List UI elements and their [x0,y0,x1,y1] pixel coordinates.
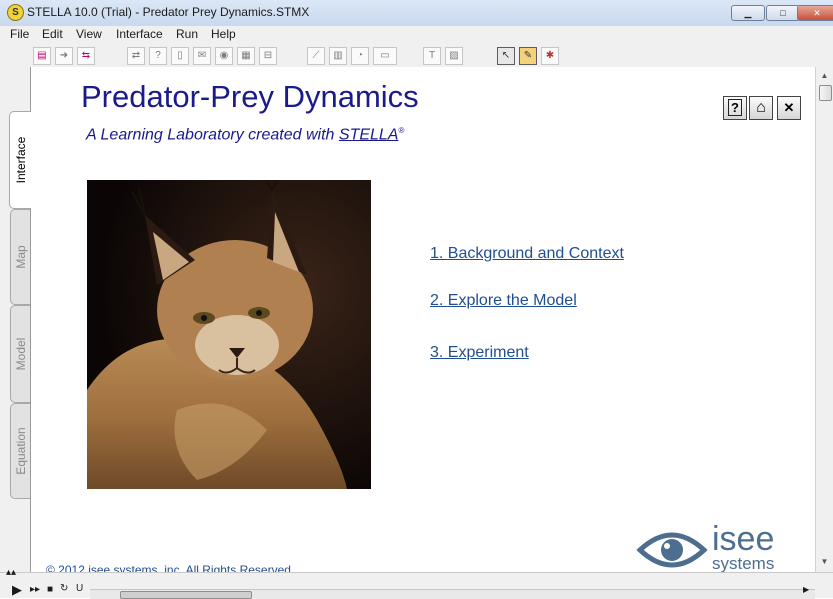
numeric-display-icon[interactable]: ▭ [373,47,397,65]
title-bar: S STELLA 10.0 (Trial) - Predator Prey Dy… [0,0,833,26]
tab-equation[interactable]: Equation [10,403,30,499]
image-tool-icon[interactable]: ▨ [445,47,463,65]
menu-view[interactable]: View [76,27,102,41]
zoom-up-icon[interactable]: ▴▴ [6,567,16,578]
fast-forward-icon[interactable]: ▸▸ [30,584,40,595]
scroll-right-icon[interactable]: ▶ [803,585,809,594]
close-button[interactable]: ✕ [797,5,833,21]
registered-mark: ® [398,126,405,135]
table-icon[interactable]: ▥ [329,47,347,65]
subtitle: A Learning Laboratory created with STELL… [86,126,404,144]
page-title: Predator-Prey Dynamics [81,79,419,114]
graph-icon[interactable]: ⟋ [307,47,325,65]
menu-interface[interactable]: Interface [116,27,163,41]
pointer-icon[interactable]: ↖ [497,47,515,65]
menu-help[interactable]: Help [211,27,236,41]
envelope-icon[interactable]: ✉ [193,47,211,65]
menu-run[interactable]: Run [176,27,198,41]
stop-icon[interactable]: ■ [47,584,53,595]
copyright-text: © 2012 isee systems, inc. All Rights Res… [46,563,295,572]
menu-file[interactable]: File [10,27,29,41]
window-title: STELLA 10.0 (Trial) - Predator Prey Dyna… [27,5,310,19]
vertical-scrollbar[interactable]: ▲ ▼ [815,67,833,572]
paintbrush-icon[interactable]: ✎ [519,47,537,65]
isee-systems-logo[interactable]: isee systems [636,520,811,572]
undo-icon[interactable]: U [76,583,83,594]
scroll-thumb[interactable] [819,85,832,101]
run-icon[interactable]: ▶ [12,582,22,598]
help-button[interactable]: ? [723,96,747,120]
stella-app-icon[interactable]: S [7,4,24,21]
explore-model-link[interactable]: 2. Explore the Model [430,292,577,310]
arrow-right-icon[interactable]: ➜ [55,47,73,65]
interface-canvas: Predator-Prey Dynamics A Learning Labora… [31,67,815,572]
restore-icon[interactable]: ↻ [60,583,68,594]
horizontal-scroll-thumb[interactable] [120,591,252,599]
view-tab-strip: Interface Map Model Equation [0,67,31,572]
knob-icon[interactable]: ◉ [215,47,233,65]
text-tool-icon[interactable]: T [423,47,441,65]
dynamite-icon[interactable]: ✱ [541,47,559,65]
exit-button[interactable]: ✕ [777,96,801,120]
bookmark-icon[interactable]: ▯ [171,47,189,65]
grid-icon[interactable]: ▦ [237,47,255,65]
link-tool-icon[interactable]: ⇆ [77,47,95,65]
scroll-down-icon[interactable]: ▼ [818,555,831,569]
menu-edit[interactable]: Edit [42,27,63,41]
bottom-control-bar: ▴▴ ▶ ▸▸ ■ ↻ U ▶ [0,567,833,599]
connector-icon[interactable]: ⇄ [127,47,145,65]
switch-icon[interactable]: ⊟ [259,47,277,65]
horizontal-scrollbar[interactable] [90,589,815,599]
minimize-button[interactable]: ▁ [731,5,765,21]
home-button[interactable]: ⌂ [749,96,773,120]
eye-logo-icon [636,532,708,568]
background-context-link[interactable]: 1. Background and Context [430,245,624,263]
stella-link[interactable]: STELLA [339,126,399,143]
caracal-photo [87,180,371,489]
gauge-icon[interactable]: ◔ [351,47,369,65]
help-tool-icon[interactable]: ? [149,47,167,65]
subtitle-text: A Learning Laboratory created with [86,126,339,144]
page-icon[interactable]: ▤ [33,47,51,65]
scroll-up-icon[interactable]: ▲ [818,69,831,83]
tab-model[interactable]: Model [10,305,30,403]
maximize-button[interactable]: □ [766,5,800,21]
toolbar: ▤ ➜ ⇆ ⇄ ? ▯ ✉ ◉ ▦ ⊟ ⟋ ▥ ◔ ▭ T ▨ ↖ ✎ ✱ [0,44,833,68]
logo-systems-text: systems [712,554,775,572]
tab-interface[interactable]: Interface [9,111,31,209]
home-icon: ⌂ [756,99,766,116]
close-icon: ✕ [783,100,795,115]
menu-bar: File Edit View Interface Run Help [0,26,833,44]
tab-map[interactable]: Map [10,209,30,305]
help-icon: ? [728,99,742,116]
experiment-link[interactable]: 3. Experiment [430,344,529,362]
